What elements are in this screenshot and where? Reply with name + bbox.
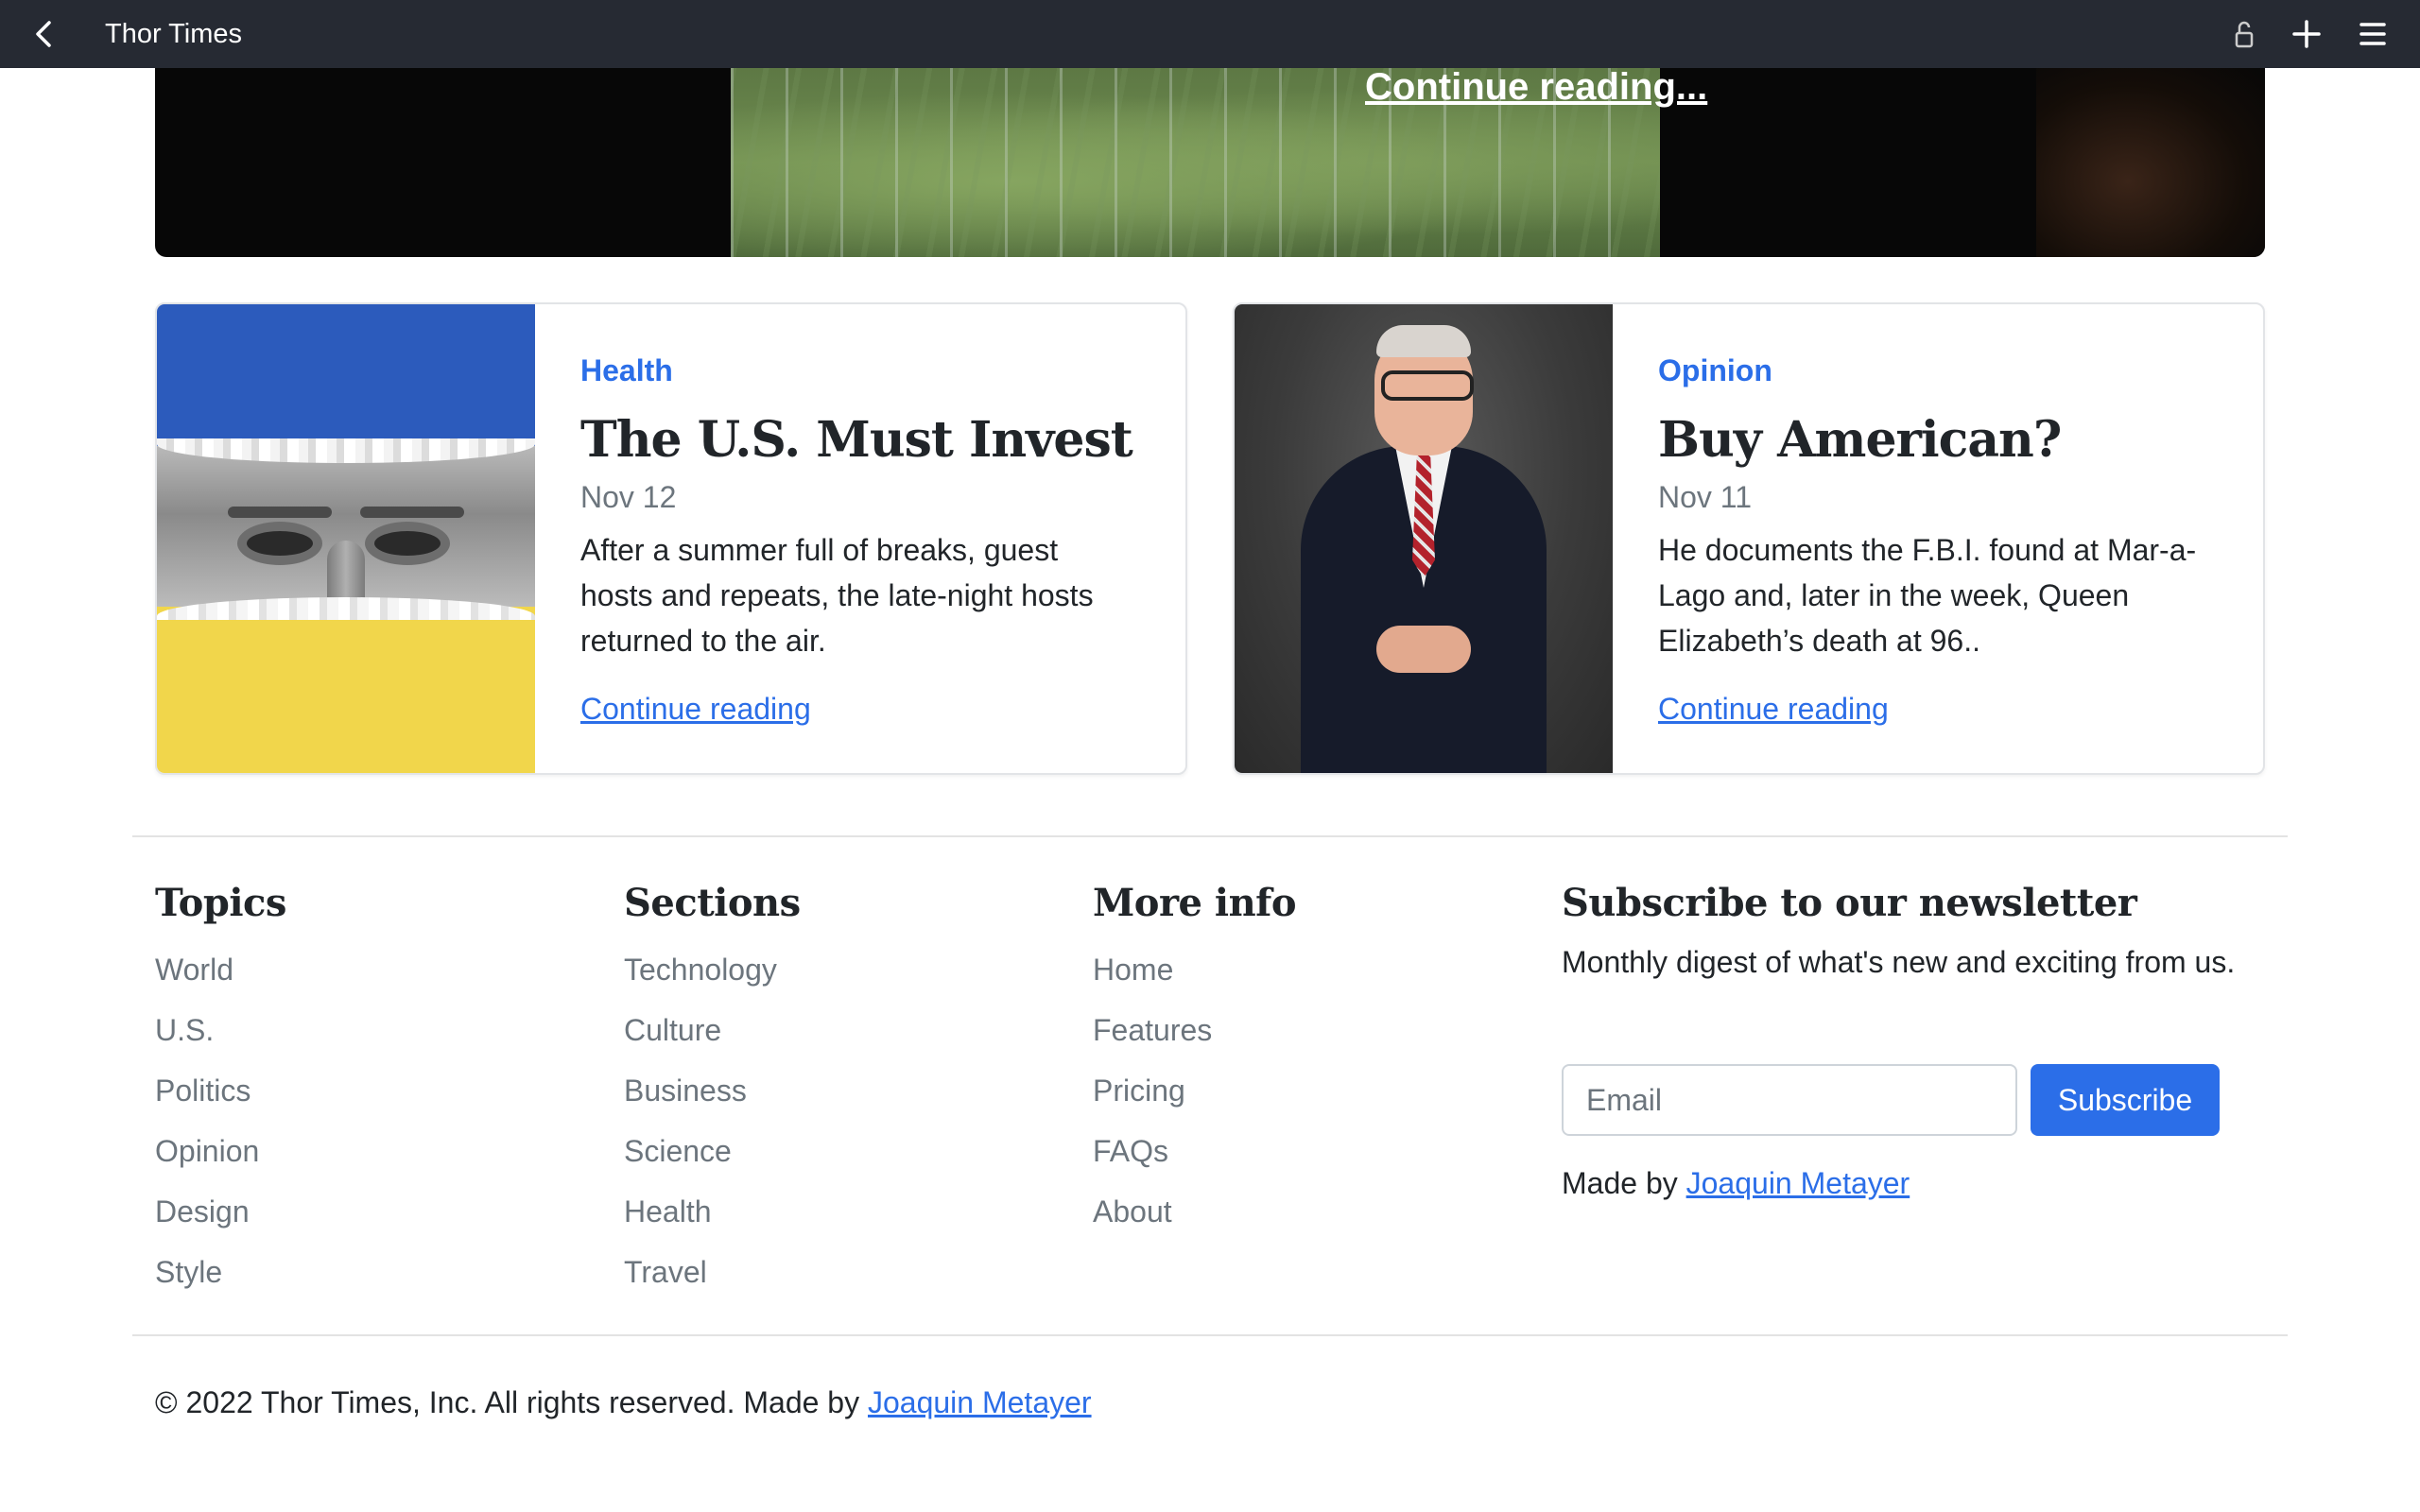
- article-card-opinion: Opinion Buy American? Nov 11 He document…: [1233, 302, 2265, 775]
- subscribe-button[interactable]: Subscribe: [2031, 1064, 2220, 1136]
- footer-link-health[interactable]: Health: [624, 1181, 801, 1242]
- featured-continue-reading-link[interactable]: Continue reading...: [1365, 68, 1707, 108]
- footer-link-culture[interactable]: Culture: [624, 1000, 801, 1060]
- footer-heading-more-info: More info: [1093, 881, 1297, 925]
- footer-link-pricing[interactable]: Pricing: [1093, 1060, 1296, 1121]
- article-card-health: Health The U.S. Must Invest Nov 12 After…: [155, 302, 1187, 775]
- article-date: Nov 12: [580, 480, 677, 514]
- copyright-prefix: © 2022 Thor Times, Inc. All rights reser…: [155, 1385, 868, 1419]
- featured-article-banner: Continue reading...: [155, 68, 2265, 257]
- article-category: Health: [580, 353, 673, 387]
- author-link[interactable]: Joaquin Metayer: [1686, 1166, 1910, 1200]
- back-arrow-icon[interactable]: [28, 17, 62, 51]
- footer-link-opinion[interactable]: Opinion: [155, 1121, 286, 1181]
- footer-link-features[interactable]: Features: [1093, 1000, 1296, 1060]
- article-headline: Buy American?: [1658, 411, 2062, 469]
- continue-reading-link[interactable]: Continue reading: [580, 692, 811, 727]
- continue-reading-link[interactable]: Continue reading: [1658, 692, 1889, 727]
- footer-link-style[interactable]: Style: [155, 1242, 286, 1302]
- footer-link-about[interactable]: About: [1093, 1181, 1296, 1242]
- footer-heading-topics: Topics: [155, 881, 286, 925]
- made-by-text: Made by Joaquin Metayer: [1562, 1166, 1910, 1201]
- article-excerpt: He documents the F.B.I. found at Mar-a-L…: [1658, 533, 2197, 658]
- footer-newsletter: Subscribe to our newsletter Monthly dige…: [1562, 877, 2242, 985]
- footer-more-info: More info Home Features Pricing FAQs Abo…: [1093, 877, 1297, 1242]
- footer-link-politics[interactable]: Politics: [155, 1060, 286, 1121]
- made-by-prefix: Made by: [1562, 1166, 1686, 1200]
- plus-icon[interactable]: [2288, 15, 2325, 53]
- article-image-portrait: [1235, 304, 1613, 773]
- app-title: Thor Times: [105, 19, 243, 49]
- footer-link-business[interactable]: Business: [624, 1060, 801, 1121]
- copyright-text: © 2022 Thor Times, Inc. All rights reser…: [155, 1385, 1092, 1420]
- article-image-ukraine: [157, 304, 535, 773]
- footer-topics: Topics World U.S. Politics Opinion Desig…: [155, 877, 286, 1302]
- article-excerpt: After a summer full of breaks, guest hos…: [580, 533, 1094, 658]
- footer-divider: [132, 835, 2288, 837]
- footer-link-us[interactable]: U.S.: [155, 1000, 286, 1060]
- article-category: Opinion: [1658, 353, 1772, 387]
- footer-link-home[interactable]: Home: [1093, 939, 1296, 1000]
- app-toolbar: Thor Times: [0, 0, 2420, 68]
- footer-heading-sections: Sections: [624, 881, 801, 925]
- footer-link-technology[interactable]: Technology: [624, 939, 801, 1000]
- footer-link-design[interactable]: Design: [155, 1181, 286, 1242]
- footer-link-world[interactable]: World: [155, 939, 286, 1000]
- banner-background: [2036, 68, 2265, 257]
- copyright-author-link[interactable]: Joaquin Metayer: [868, 1385, 1092, 1419]
- lock-icon[interactable]: [2225, 15, 2263, 53]
- article-date: Nov 11: [1658, 480, 1753, 514]
- footer-sections: Sections Technology Culture Business Sci…: [624, 877, 801, 1302]
- menu-icon[interactable]: [2354, 15, 2392, 53]
- newsletter-form: Subscribe: [1562, 1064, 2261, 1136]
- email-input[interactable]: [1562, 1064, 2017, 1136]
- newsletter-heading: Subscribe to our newsletter: [1562, 881, 2137, 925]
- newsletter-description: Monthly digest of what's new and excitin…: [1562, 945, 2236, 979]
- footer-link-travel[interactable]: Travel: [624, 1242, 801, 1302]
- footer-link-faqs[interactable]: FAQs: [1093, 1121, 1296, 1181]
- article-headline: The U.S. Must Invest: [580, 411, 1133, 469]
- footer-link-science[interactable]: Science: [624, 1121, 801, 1181]
- copyright-divider: [132, 1334, 2288, 1336]
